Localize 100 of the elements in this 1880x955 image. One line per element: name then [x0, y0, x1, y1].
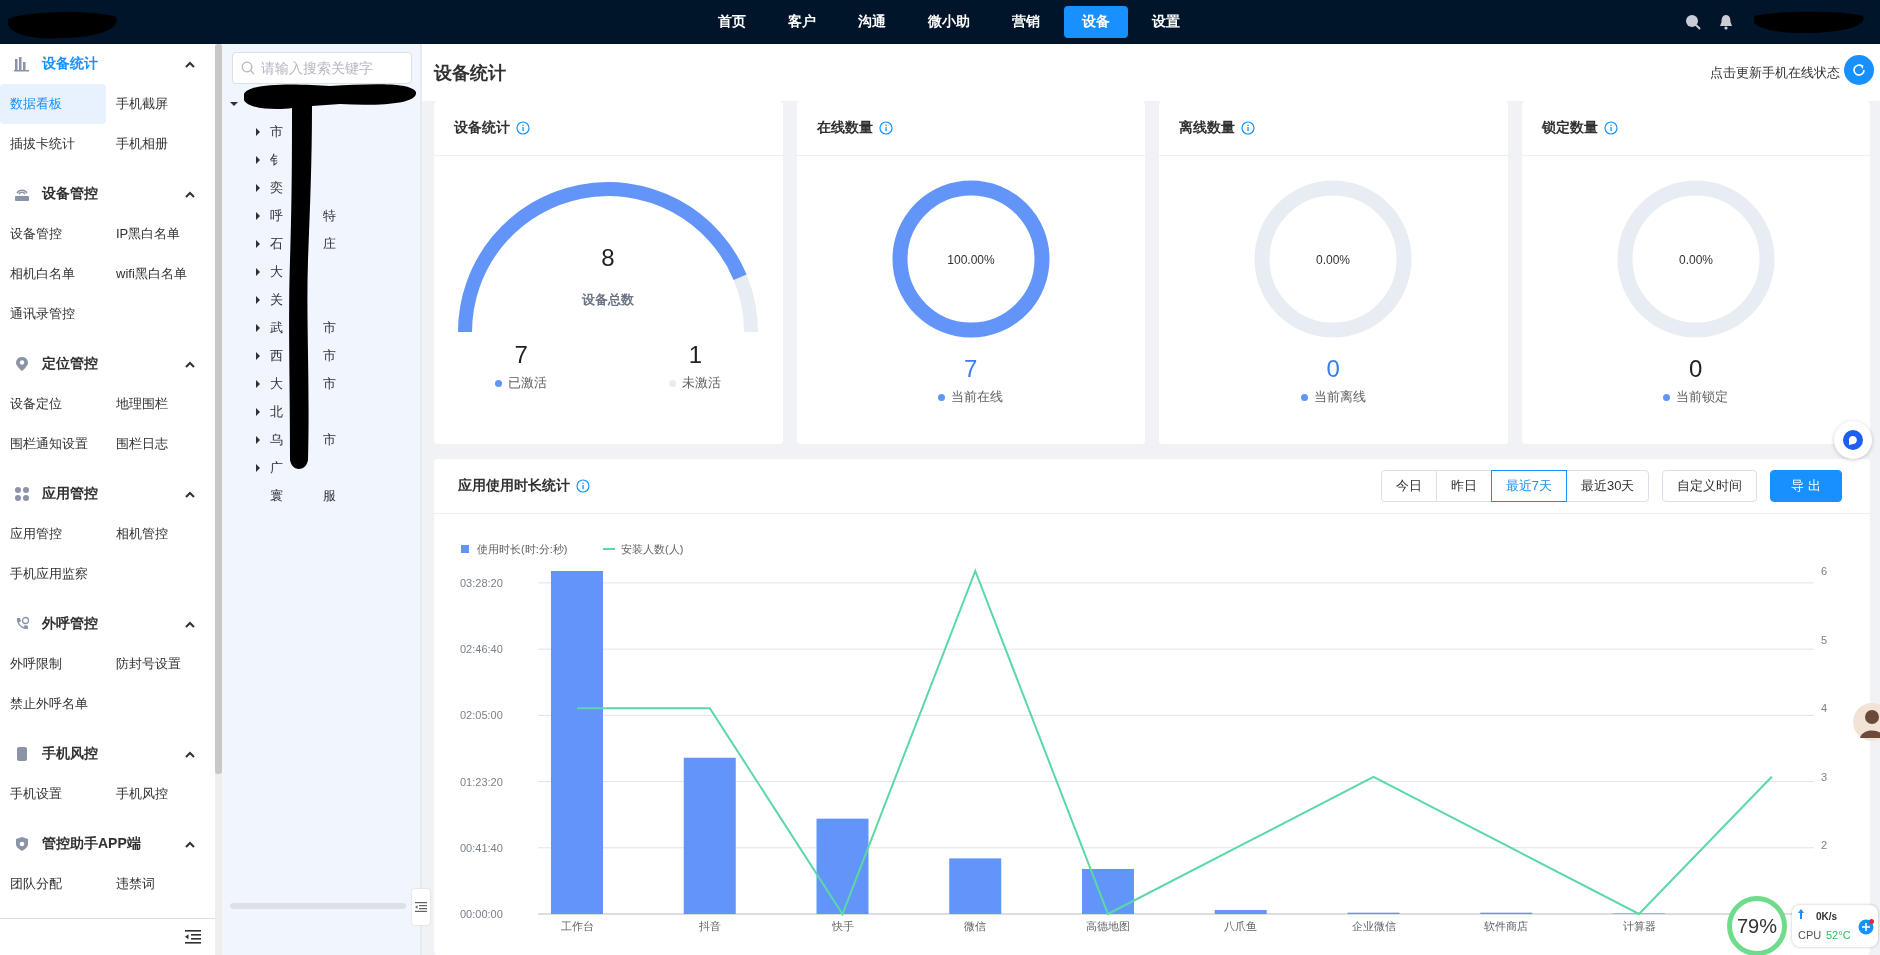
tree-item[interactable]: 市: [323, 319, 336, 337]
section-title[interactable]: 手机风控: [42, 745, 185, 763]
caret-right-icon[interactable]: [254, 128, 262, 136]
section-title[interactable]: 设备管控: [42, 185, 185, 203]
caret-right-icon[interactable]: [254, 352, 262, 360]
caret-right-icon[interactable]: [254, 184, 262, 192]
tree-item[interactable]: 大: [270, 375, 283, 393]
nav-tab[interactable]: 客户: [770, 6, 834, 38]
tree-item[interactable]: 钅: [270, 151, 283, 169]
tree-item[interactable]: 北: [270, 403, 283, 421]
add-icon[interactable]: [1858, 919, 1874, 935]
chevron-up-icon[interactable]: [185, 60, 195, 68]
nav-tab[interactable]: 沟通: [840, 6, 904, 38]
caret-right-icon[interactable]: [254, 324, 262, 332]
tree-item[interactable]: 西: [270, 347, 283, 365]
refresh-button[interactable]: [1844, 54, 1874, 85]
caret-right-icon[interactable]: [254, 380, 262, 388]
scrollbar[interactable]: [215, 44, 222, 955]
chevron-up-icon[interactable]: [185, 490, 195, 498]
card-title: 设备统计: [454, 119, 510, 137]
tree-item[interactable]: 乌: [270, 431, 283, 449]
avatar-icon[interactable]: [1852, 702, 1880, 742]
menu-item[interactable]: 插拔卡统计: [0, 124, 106, 164]
caret-right-icon[interactable]: [254, 212, 262, 220]
tree-item[interactable]: 呼: [270, 207, 283, 225]
chevron-up-icon[interactable]: [185, 620, 195, 628]
section-title[interactable]: 管控助手APP端: [42, 835, 185, 853]
bell-icon[interactable]: [1719, 14, 1733, 30]
menu-item[interactable]: 通讯录管控: [0, 294, 106, 334]
tree-item[interactable]: 市: [270, 123, 283, 141]
section-title[interactable]: 外呼管控: [42, 615, 185, 633]
nav-tab[interactable]: 营销: [994, 6, 1058, 38]
tree-item[interactable]: 服: [323, 487, 336, 505]
chevron-up-icon[interactable]: [185, 750, 195, 758]
tree-item[interactable]: 石: [270, 235, 283, 253]
caret-right-icon[interactable]: [254, 240, 262, 248]
tree-item[interactable]: 关: [270, 291, 283, 309]
caret-right-icon[interactable]: [254, 156, 262, 164]
percent-label: 0.00%: [1316, 253, 1351, 267]
menu-item[interactable]: 禁止外呼名单: [0, 684, 106, 724]
menu-item[interactable]: 设备管控: [0, 214, 106, 254]
menu-item[interactable]: 围栏通知设置: [0, 424, 106, 464]
menu-item[interactable]: 相机管控: [106, 514, 210, 554]
tree-item[interactable]: 市: [323, 347, 336, 365]
nav-tab[interactable]: 微小助: [910, 6, 988, 38]
chevron-up-icon[interactable]: [185, 360, 195, 368]
system-monitor[interactable]: 0K/s CPU 52°C: [1792, 905, 1878, 947]
menu-item[interactable]: 违禁词: [106, 864, 210, 904]
percent-label: 100.00%: [947, 253, 995, 267]
tree-item[interactable]: 市: [323, 431, 336, 449]
legend-dot: [938, 393, 946, 401]
menu-item[interactable]: 外呼限制: [0, 644, 106, 684]
menu-item[interactable]: 手机应用监察: [0, 554, 106, 594]
caret-right-icon[interactable]: [254, 296, 262, 304]
chevron-up-icon[interactable]: [185, 190, 195, 198]
collapse-icon[interactable]: [185, 930, 201, 944]
chevron-up-icon[interactable]: [185, 840, 195, 848]
percent-label: 0.00%: [1678, 253, 1713, 267]
menu-item[interactable]: 手机相册: [106, 124, 210, 164]
cpu-temperature: 52°C: [1826, 929, 1851, 941]
menu-item[interactable]: 设备定位: [0, 384, 106, 424]
collapse-button[interactable]: [412, 889, 430, 925]
range-tab[interactable]: 昨日: [1435, 470, 1492, 502]
section-title[interactable]: 定位管控: [42, 355, 185, 373]
menu-item[interactable]: IP黑白名单: [106, 214, 210, 254]
menu-item[interactable]: 相机白名单: [0, 254, 106, 294]
menu-item[interactable]: 手机截屏: [106, 84, 210, 124]
nav-tab[interactable]: 设置: [1134, 6, 1198, 38]
menu-item[interactable]: 团队分配: [0, 864, 106, 904]
caret-right-icon[interactable]: [254, 464, 262, 472]
nav-tab[interactable]: 首页: [700, 6, 764, 38]
caret-down-icon[interactable]: [230, 100, 238, 108]
axis-label: 计算器: [1622, 920, 1656, 932]
tree-item[interactable]: 特: [323, 207, 336, 225]
menu-item[interactable]: 地理围栏: [106, 384, 210, 424]
menu-item[interactable]: wifi黑白名单: [106, 254, 210, 294]
range-tab[interactable]: 今日: [1380, 470, 1437, 502]
menu-item[interactable]: 手机设置: [0, 774, 106, 814]
caret-right-icon[interactable]: [254, 408, 262, 416]
info-icon: [576, 479, 590, 493]
section-title[interactable]: 应用管控: [42, 485, 185, 503]
menu-item[interactable]: 防封号设置: [106, 644, 210, 684]
tree-item[interactable]: 寰: [270, 487, 283, 505]
custom-time-button[interactable]: 自定义时间: [1662, 470, 1758, 502]
tree-item[interactable]: 大: [270, 263, 283, 281]
tree-item[interactable]: 奕: [270, 179, 283, 197]
tree-item[interactable]: 广: [270, 459, 283, 477]
tree-item[interactable]: 武: [270, 319, 283, 337]
search-field[interactable]: 请输入搜索关键字: [232, 52, 412, 84]
tree-item[interactable]: 市: [323, 375, 336, 393]
tree-item[interactable]: 庄: [323, 235, 336, 253]
caret-right-icon[interactable]: [254, 436, 262, 444]
menu-item[interactable]: 手机风控: [106, 774, 210, 814]
menu-item[interactable]: 围栏日志: [106, 424, 210, 464]
menu-item[interactable]: 应用管控: [0, 514, 106, 554]
axis-label: 2: [1821, 839, 1828, 852]
search-icon[interactable]: [1685, 14, 1701, 30]
stat-label: 已激活: [508, 374, 548, 392]
caret-right-icon[interactable]: [254, 268, 262, 276]
range-tab[interactable]: 最近30天: [1565, 470, 1650, 502]
